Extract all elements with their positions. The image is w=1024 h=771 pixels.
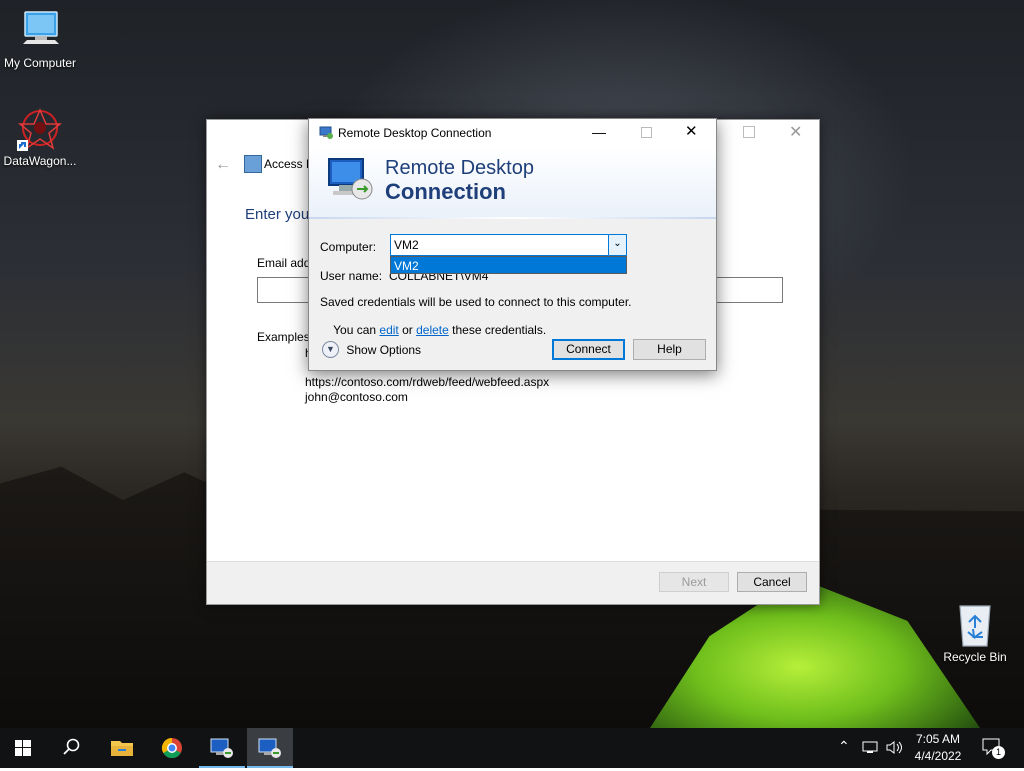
taskbar-remote-resources[interactable] [199,728,245,768]
these-credentials-text: these credentials. [448,323,547,337]
rdc-banner: Remote Desktop Connection [309,147,716,218]
back-arrow-icon[interactable]: ← [215,156,231,174]
desktop-icon-datawagon[interactable]: DataWagon... [0,108,80,168]
desktop-icon-recycle-bin[interactable]: Recycle Bin [935,602,1015,664]
minimize-icon[interactable]: — [592,124,606,140]
clock-time[interactable]: 7:05 AM [912,732,964,746]
notification-badge: 1 [992,746,1005,759]
computer-icon [17,10,63,54]
username-label: User name: [320,269,383,283]
notification-center-icon[interactable]: 1 [982,738,1005,759]
folder-icon [111,741,133,756]
remote-desktop-connection-dialog: Remote Desktop Connection — ✕ Remote Des… [308,118,717,371]
volume-icon[interactable] [885,740,903,755]
rdc-banner-title-line2: Connection [385,179,506,204]
search-icon [63,738,80,755]
chevron-down-circle-icon: ▼ [322,341,339,358]
wizard-close-icon[interactable]: ✕ [789,122,802,142]
desktop-icon-label: My Computer [3,56,77,70]
desktop-icon-my-computer[interactable]: My Computer [0,10,80,70]
network-icon[interactable] [862,741,878,754]
email-label: Email add [257,256,311,270]
computer-label: Computer: [320,240,377,254]
show-options-toggle[interactable]: ▼ Show Options [322,341,421,359]
close-icon[interactable]: ✕ [685,122,698,140]
search-button[interactable] [48,728,94,768]
clock-date[interactable]: 4/4/2022 [912,749,964,763]
remote-desktop-icon [210,738,233,758]
rdc-banner-icon [325,155,377,205]
show-options-label: Show Options [346,342,422,357]
desktop-icon-label: Recycle Bin [943,650,1007,664]
next-button[interactable]: Next [659,572,729,592]
or-text: or [398,323,417,337]
wizard-heading: Enter you [245,206,310,223]
maximize-icon[interactable] [641,127,652,138]
example-line: john@contoso.com [305,390,408,404]
computer-combobox[interactable]: VM2 ⌄ [390,234,627,256]
dropdown-option[interactable]: VM2 [394,259,419,273]
examples-label: Examples: [257,330,314,344]
saved-credentials-text: Saved credentials will be used to connec… [320,295,632,309]
taskbar: ⌃ 7:05 AM 4/4/2022 1 [0,728,1024,768]
edit-link[interactable]: edit [379,323,398,337]
desktop-icon-label: DataWagon... [3,154,77,168]
computer-value: VM2 [394,238,419,252]
wizard-app-icon [244,155,262,173]
rdc-app-icon [319,126,333,139]
cancel-button[interactable]: Cancel [737,572,807,592]
computer-dropdown-list: VM2 [390,256,627,274]
connect-button[interactable]: Connect [552,339,625,360]
recycle-bin-icon [952,602,998,648]
windows-logo-icon [15,740,31,756]
taskbar-remote-desktop-connection[interactable] [247,728,293,768]
datawagon-icon [17,108,63,152]
rdc-title: Remote Desktop Connection [338,126,492,140]
chevron-up-icon[interactable]: ⌃ [838,738,850,755]
banner-divider [309,217,716,219]
example-line: https://contoso.com/rdweb/feed/webfeed.a… [305,375,550,389]
start-button[interactable] [0,728,46,768]
wizard-maximize-icon[interactable] [743,126,755,138]
chrome-icon [161,737,182,759]
taskbar-file-explorer[interactable] [99,728,145,768]
remote-desktop-icon [258,738,281,758]
chevron-down-icon[interactable]: ⌄ [608,235,626,255]
taskbar-chrome[interactable] [149,728,195,768]
wizard-footer: Next Cancel [207,561,819,604]
rdc-titlebar[interactable]: Remote Desktop Connection — ✕ [309,119,716,147]
help-button[interactable]: Help [633,339,706,360]
you-can-text: You can [333,323,380,337]
delete-link[interactable]: delete [416,323,449,337]
rdc-banner-title-line1: Remote Desktop [385,157,534,179]
